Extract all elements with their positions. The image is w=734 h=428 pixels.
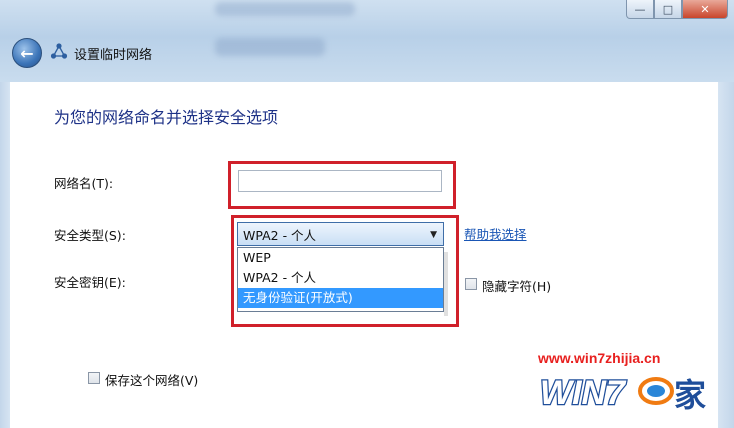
maximize-button[interactable]: □	[654, 0, 682, 19]
logo-swirl-icon	[638, 377, 674, 405]
window-frame-right	[718, 82, 734, 428]
back-button[interactable]: ←	[12, 38, 42, 68]
security-type-select[interactable]: WPA2 - 个人 ▼	[237, 222, 444, 246]
watermark-logo: WIN7 家	[538, 366, 718, 414]
network-icon	[50, 42, 68, 60]
hide-characters-checkbox[interactable]	[465, 278, 477, 290]
hide-characters-label[interactable]: 隐藏字符(H)	[482, 276, 551, 295]
security-type-selected-value: WPA2 - 个人	[243, 227, 317, 243]
minimize-button[interactable]: —	[626, 0, 654, 19]
watermark-url: www.win7zhijia.cn	[538, 350, 661, 366]
back-arrow-icon: ←	[20, 43, 34, 63]
help-me-choose-link[interactable]: 帮助我选择	[464, 224, 527, 243]
dropdown-shadow	[444, 252, 448, 316]
dropdown-option-wpa2-personal[interactable]: WPA2 - 个人	[238, 268, 443, 288]
page-heading: 为您的网络命名并选择安全选项	[54, 108, 279, 127]
background-blur	[215, 2, 355, 16]
dropdown-option-wep[interactable]: WEP	[238, 248, 443, 268]
logo-suffix: 家	[674, 376, 706, 414]
background-blur	[215, 38, 325, 56]
network-name-input[interactable]	[238, 170, 442, 192]
network-name-label: 网络名(T):	[54, 176, 114, 191]
window-title: 设置临时网络	[74, 48, 153, 63]
security-type-dropdown-list: WEP WPA2 - 个人 无身份验证(开放式)	[237, 247, 444, 312]
security-type-label: 安全类型(S):	[54, 228, 126, 243]
chevron-down-icon[interactable]: ▼	[430, 230, 437, 240]
window-titlebar: — □ ✕ ← 设置临时网络	[0, 0, 734, 82]
close-button[interactable]: ✕	[682, 0, 728, 19]
save-network-checkbox[interactable]	[88, 372, 100, 384]
security-key-label: 安全密钥(E):	[54, 275, 126, 290]
window-frame-left	[0, 82, 10, 428]
save-network-label[interactable]: 保存这个网络(V)	[105, 370, 198, 389]
caption-buttons: — □ ✕	[626, 0, 728, 19]
dropdown-option-open[interactable]: 无身份验证(开放式)	[238, 288, 443, 308]
logo-text: WIN7	[540, 374, 627, 412]
